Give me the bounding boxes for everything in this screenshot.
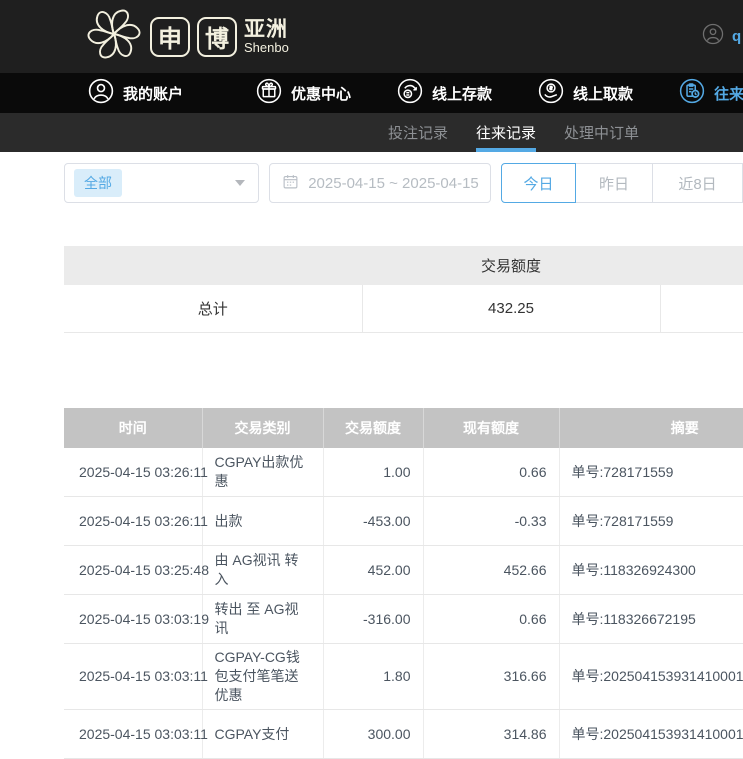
summary-header-empty bbox=[64, 246, 362, 285]
table-row: 2025-04-15 03:03:19 转出 至 AG视讯 -316.00 0.… bbox=[64, 595, 743, 644]
cell-balance: 314.86 bbox=[423, 710, 559, 759]
withdraw-icon bbox=[538, 78, 564, 108]
cell-balance: 0.66 bbox=[423, 448, 559, 497]
transactions-table: 时间 交易类别 交易额度 现有额度 摘要 2025-04-15 03:26:11… bbox=[64, 408, 743, 759]
records-sub-navigation: 投注记录 往来记录 处理中订单 bbox=[0, 113, 743, 152]
cell-balance: 452.66 bbox=[423, 546, 559, 595]
records-icon bbox=[679, 78, 705, 108]
table-row: 2025-04-15 03:03:11 CGPAY-CG钱包支付笔笔送优惠 1.… bbox=[64, 644, 743, 710]
top-bar: 申 博 亚洲 Shenbo q bbox=[0, 0, 743, 73]
user-account-area[interactable]: q bbox=[702, 0, 741, 73]
cell-summary: 单号:118326924300 bbox=[559, 546, 743, 595]
tab-processing-orders[interactable]: 处理中订单 bbox=[564, 113, 639, 152]
cell-time: 2025-04-15 03:03:11 bbox=[64, 644, 202, 710]
nav-item-label: 优惠中心 bbox=[291, 83, 351, 104]
user-circle-icon bbox=[88, 78, 114, 108]
summary-total-label: 总计 bbox=[64, 285, 362, 333]
brand-char-1: 申 bbox=[150, 17, 190, 57]
cell-time: 2025-04-15 03:26:11 bbox=[64, 497, 202, 546]
nav-item-label: 线上存款 bbox=[432, 83, 492, 104]
brand-char-2: 博 bbox=[197, 17, 237, 57]
cell-time: 2025-04-15 03:03:11 bbox=[64, 710, 202, 759]
calendar-icon bbox=[282, 173, 299, 194]
cell-type: 由 AG视讯 转入 bbox=[202, 546, 323, 595]
avatar-icon bbox=[702, 23, 724, 50]
gift-icon bbox=[256, 78, 282, 108]
nav-item-promotions[interactable]: 优惠中心 bbox=[256, 78, 351, 108]
nav-item-online-withdrawal[interactable]: 线上取款 bbox=[538, 78, 633, 108]
nav-item-online-deposit[interactable]: 线上存款 bbox=[397, 78, 492, 108]
last-8-days-button[interactable]: 近8日 bbox=[653, 163, 743, 203]
cell-summary: 单号:728171559 bbox=[559, 497, 743, 546]
cell-time: 2025-04-15 03:26:11 bbox=[64, 448, 202, 497]
cell-type: 出款 bbox=[202, 497, 323, 546]
brand-logo[interactable]: 申 博 亚洲 Shenbo bbox=[85, 5, 289, 68]
tab-transaction-records[interactable]: 往来记录 bbox=[476, 113, 536, 152]
summary-header-empty bbox=[660, 246, 743, 285]
table-header-row: 时间 交易类别 交易额度 现有额度 摘要 bbox=[64, 408, 743, 448]
cell-amount: 452.00 bbox=[323, 546, 423, 595]
col-header-summary: 摘要 bbox=[559, 408, 743, 448]
table-row: 2025-04-15 03:26:11 出款 -453.00 -0.33 单号:… bbox=[64, 497, 743, 546]
cell-summary: 单号:728171559 bbox=[559, 448, 743, 497]
chevron-down-icon bbox=[235, 180, 245, 186]
summary-total-row: 总计 432.25 bbox=[64, 285, 743, 333]
date-range-value: 2025-04-15 ~ 2025-04-15 bbox=[308, 175, 479, 192]
cell-amount: 1.00 bbox=[323, 448, 423, 497]
summary-empty-cell bbox=[660, 285, 743, 333]
col-header-amount: 交易额度 bbox=[323, 408, 423, 448]
cell-type: 转出 至 AG视讯 bbox=[202, 595, 323, 644]
cell-type: CGPAY支付 bbox=[202, 710, 323, 759]
cell-summary: 单号:202504153931410001 bbox=[559, 710, 743, 759]
cell-type: CGPAY-CG钱包支付笔笔送优惠 bbox=[202, 644, 323, 710]
summary-total-value: 432.25 bbox=[362, 285, 660, 333]
table-row: 2025-04-15 03:26:11 CGPAY出款优惠 1.00 0.66 … bbox=[64, 448, 743, 497]
tab-betting-records[interactable]: 投注记录 bbox=[388, 113, 448, 152]
summary-header-row: 交易额度 bbox=[64, 246, 743, 285]
cell-balance: 316.66 bbox=[423, 644, 559, 710]
yesterday-button[interactable]: 昨日 bbox=[576, 163, 653, 203]
cell-summary: 单号:118326672195 bbox=[559, 595, 743, 644]
table-row: 2025-04-15 03:25:48 由 AG视讯 转入 452.00 452… bbox=[64, 546, 743, 595]
cell-amount: -316.00 bbox=[323, 595, 423, 644]
summary-header-amount: 交易额度 bbox=[362, 246, 660, 285]
selected-type-chip[interactable]: 全部 bbox=[74, 169, 122, 197]
brand-wordmark: 亚洲 Shenbo bbox=[244, 19, 289, 55]
cell-time: 2025-04-15 03:25:48 bbox=[64, 546, 202, 595]
nav-item-label: 往来记录 bbox=[714, 83, 743, 104]
deposit-icon bbox=[397, 78, 423, 108]
cell-balance: 0.66 bbox=[423, 595, 559, 644]
filter-bar: 全部 2025-04-15 ~ 2025-04-15 今日 昨日 近8日 bbox=[64, 163, 743, 203]
username-label[interactable]: q bbox=[732, 28, 741, 45]
cell-balance: -0.33 bbox=[423, 497, 559, 546]
main-navigation: 我的账户 优惠中心 线上存款 bbox=[0, 73, 743, 113]
transaction-type-select[interactable]: 全部 bbox=[64, 163, 259, 203]
table-row: 2025-04-15 03:03:11 CGPAY支付 300.00 314.8… bbox=[64, 710, 743, 759]
nav-item-transaction-records[interactable]: 往来记录 bbox=[679, 78, 743, 108]
nav-item-my-account[interactable]: 我的账户 bbox=[88, 78, 183, 108]
col-header-balance: 现有额度 bbox=[423, 408, 559, 448]
col-header-time: 时间 bbox=[64, 408, 202, 448]
brand-subtitle: Shenbo bbox=[244, 41, 289, 55]
flower-logo-icon bbox=[85, 5, 143, 68]
cell-time: 2025-04-15 03:03:19 bbox=[64, 595, 202, 644]
cell-type: CGPAY出款优惠 bbox=[202, 448, 323, 497]
nav-item-label: 线上取款 bbox=[573, 83, 633, 104]
date-range-input[interactable]: 2025-04-15 ~ 2025-04-15 bbox=[269, 163, 491, 203]
col-header-type: 交易类别 bbox=[202, 408, 323, 448]
cell-amount: 1.80 bbox=[323, 644, 423, 710]
brand-region: 亚洲 bbox=[244, 19, 289, 41]
summary-table: 交易额度 总计 432.25 bbox=[64, 246, 743, 333]
cell-amount: -453.00 bbox=[323, 497, 423, 546]
today-button[interactable]: 今日 bbox=[501, 163, 576, 203]
nav-item-label: 我的账户 bbox=[123, 83, 183, 104]
quick-date-button-group: 今日 昨日 近8日 bbox=[501, 163, 743, 203]
cell-amount: 300.00 bbox=[323, 710, 423, 759]
cell-summary: 单号:202504153931410001 bbox=[559, 644, 743, 710]
